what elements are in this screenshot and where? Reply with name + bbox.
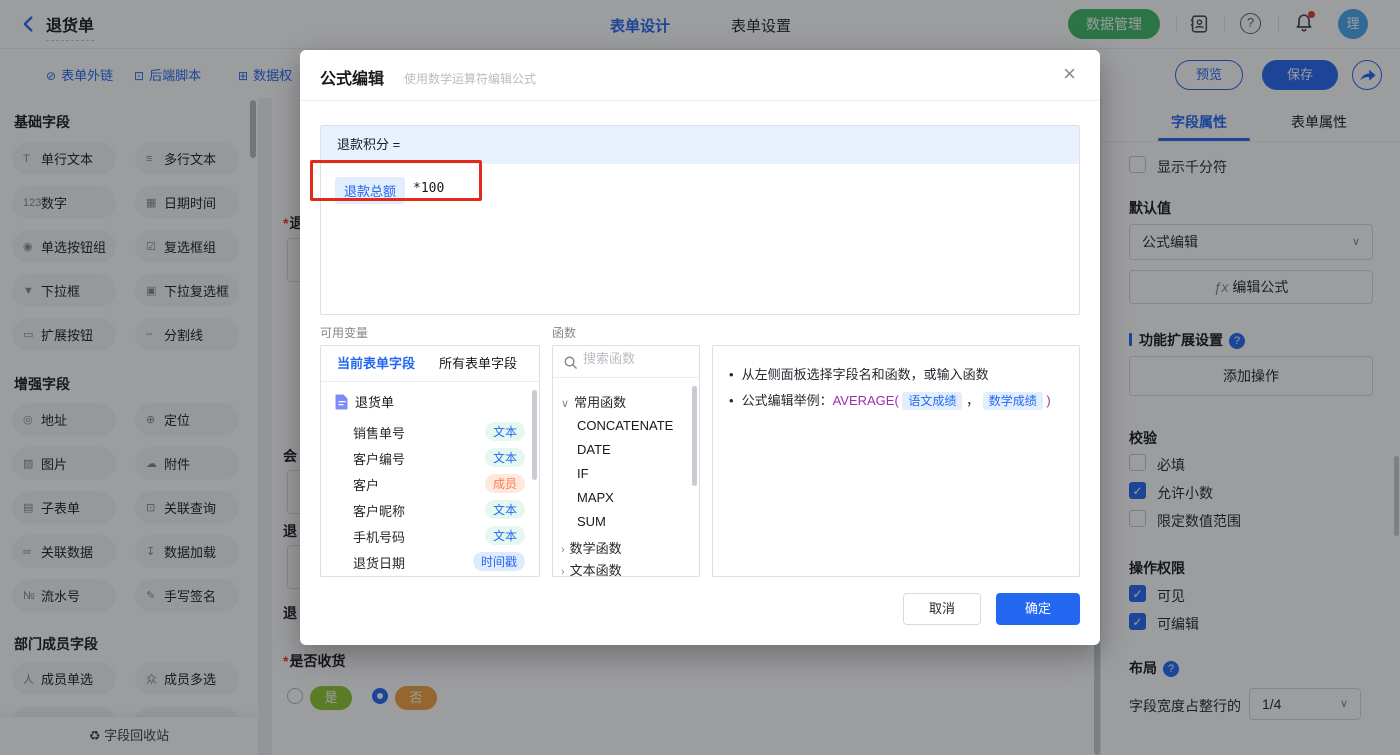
type-badge: 文本 bbox=[484, 500, 525, 519]
app-screen: 退货单 表单设计 表单设置 数据管理 ? 理 ⊘ 表单外链 ⊡ 后端脚本 ⊞ 数据权 … bbox=[0, 0, 1400, 755]
search-icon bbox=[564, 356, 577, 369]
function-item[interactable]: IF bbox=[577, 466, 589, 481]
formula-edit-modal: 公式编辑 使用数学运算符编辑公式 × 退款积分 = 退款总额 *100 可用变量… bbox=[300, 50, 1100, 645]
variables-label: 可用变量 bbox=[320, 326, 369, 340]
example-field-chip: 语文成绩 bbox=[902, 392, 963, 410]
function-name: AVERAGE( bbox=[832, 393, 899, 408]
caret-right-icon: › bbox=[561, 544, 565, 556]
caret-down-icon: ∨ bbox=[561, 398, 570, 410]
formula-target: 退款积分 = bbox=[321, 126, 1079, 164]
type-badge: 文本 bbox=[484, 526, 525, 545]
example-field-chip: 数学成绩 bbox=[982, 392, 1043, 410]
type-badge: 文本 bbox=[484, 448, 525, 467]
modal-subtitle: 使用数学运算符编辑公式 bbox=[404, 72, 537, 86]
function-group-common[interactable]: ∨ 常用函数 bbox=[561, 392, 626, 411]
function-group-math[interactable]: › 数学函数 bbox=[561, 538, 622, 557]
function-item[interactable]: MAPX bbox=[577, 490, 614, 505]
divider bbox=[300, 100, 1100, 101]
functions-scrollbar[interactable] bbox=[692, 386, 697, 486]
formula-editor[interactable]: 退款积分 = 退款总额 *100 bbox=[320, 125, 1080, 315]
type-badge: 成员 bbox=[484, 474, 525, 493]
function-item[interactable]: SUM bbox=[577, 514, 606, 529]
variable-item[interactable]: 退货日期 时间戳 bbox=[321, 550, 539, 574]
function-group-text[interactable]: › 文本函数 bbox=[561, 560, 622, 577]
bullet: • bbox=[729, 367, 734, 382]
functions-panel: ∨常用函数 CONCATENATE DATE IF MAPX SUM ›数学函数… bbox=[552, 345, 700, 577]
function-item[interactable]: DATE bbox=[577, 442, 611, 457]
type-badge: 文本 bbox=[484, 422, 525, 441]
tip-line-1: • 从左侧面板选择字段名和函数，或输入函数 bbox=[729, 367, 989, 382]
variable-item[interactable]: 手机号码 文本 bbox=[321, 524, 539, 548]
type-badge: 时间戳 bbox=[472, 552, 525, 571]
function-item[interactable]: CONCATENATE bbox=[577, 418, 673, 433]
tab-current-form-fields[interactable]: 当前表单字段 bbox=[337, 346, 415, 382]
tab-all-form-fields[interactable]: 所有表单字段 bbox=[439, 346, 517, 382]
functions-label: 函数 bbox=[552, 326, 577, 340]
annotation-red-box bbox=[310, 160, 482, 201]
confirm-button[interactable]: 确定 bbox=[996, 593, 1080, 625]
document-icon bbox=[335, 394, 348, 409]
cancel-button[interactable]: 取消 bbox=[903, 593, 981, 625]
variable-item[interactable]: 客户昵称 文本 bbox=[321, 498, 539, 522]
function-paren: ) bbox=[1046, 393, 1051, 408]
variables-scrollbar[interactable] bbox=[532, 390, 537, 480]
bullet: • bbox=[729, 393, 734, 408]
close-icon[interactable]: × bbox=[1063, 62, 1076, 86]
caret-right-icon: › bbox=[561, 566, 565, 577]
modal-title: 公式编辑 bbox=[320, 71, 385, 88]
tip-line-2: • 公式编辑举例：AVERAGE( 语文成绩 ， 数学成绩 ) bbox=[729, 392, 1051, 410]
variable-item[interactable]: 客户编号 文本 bbox=[321, 446, 539, 470]
function-search[interactable] bbox=[553, 346, 699, 378]
variable-item[interactable]: 客户 成员 bbox=[321, 472, 539, 496]
variable-item[interactable]: 销售单号 文本 bbox=[321, 420, 539, 444]
form-tree-root[interactable]: 退货单 bbox=[335, 392, 394, 411]
variables-panel: 当前表单字段 所有表单字段 退货单 销售单号 文本 客户编号 文本 客户 成员 客户昵… bbox=[320, 345, 540, 577]
tips-panel: • 从左侧面板选择字段名和函数，或输入函数 • 公式编辑举例：AVERAGE( 语文… bbox=[712, 345, 1080, 577]
function-search-input[interactable] bbox=[583, 351, 689, 366]
